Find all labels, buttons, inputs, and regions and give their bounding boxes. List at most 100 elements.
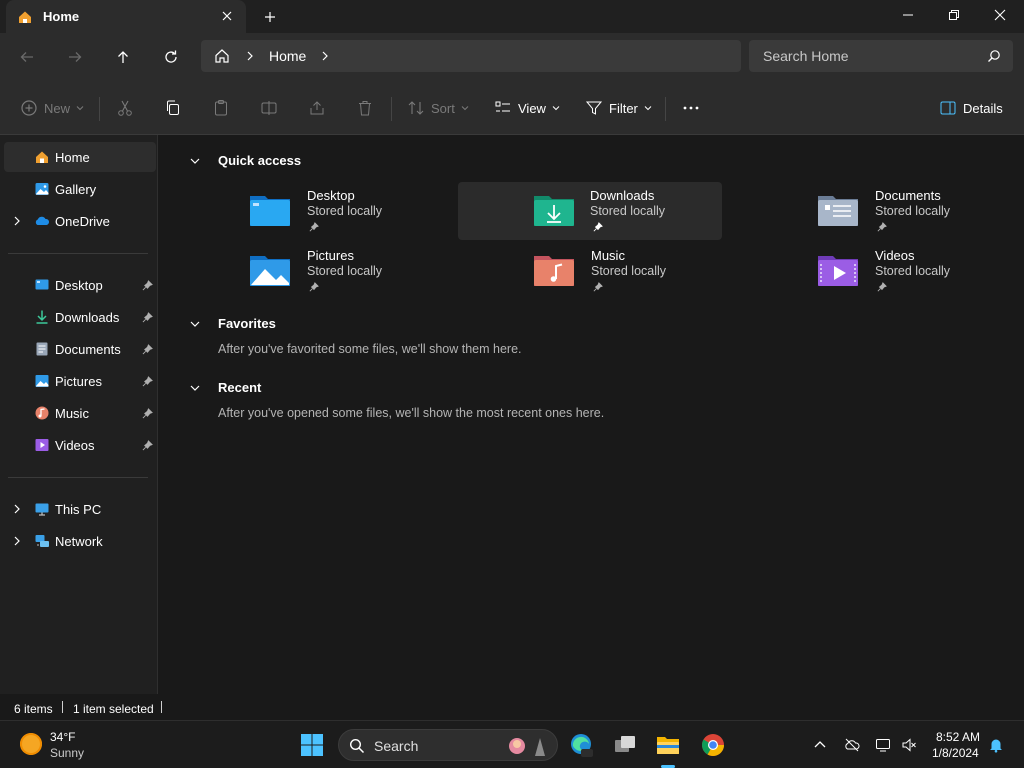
sidebar-item-this-pc[interactable]: This PC bbox=[4, 494, 156, 524]
share-icon bbox=[310, 101, 324, 115]
search-box[interactable]: Search Home bbox=[749, 40, 1013, 72]
divider bbox=[62, 701, 63, 713]
sidebar-item-network[interactable]: Network bbox=[4, 526, 156, 556]
title-bar: Home bbox=[0, 0, 1024, 33]
share-button[interactable] bbox=[308, 97, 326, 119]
search-icon[interactable] bbox=[987, 49, 1001, 63]
taskbar-search[interactable]: Search bbox=[338, 729, 558, 761]
network-status-icon[interactable] bbox=[875, 737, 891, 753]
chevron-right-icon[interactable] bbox=[245, 51, 255, 61]
copy-button[interactable] bbox=[164, 97, 182, 119]
quick-access-tile-downloads[interactable]: Downloads Stored locally bbox=[458, 182, 722, 240]
sidebar-item-documents[interactable]: Documents bbox=[4, 334, 156, 364]
divider bbox=[99, 97, 100, 121]
sidebar-item-home[interactable]: Home bbox=[4, 142, 156, 172]
delete-button[interactable] bbox=[356, 97, 374, 119]
notification-bell-icon[interactable] bbox=[988, 737, 1004, 753]
sidebar-item-music[interactable]: Music bbox=[4, 398, 156, 428]
folder-name: Videos bbox=[875, 248, 915, 263]
sidebar-item-gallery[interactable]: Gallery bbox=[4, 174, 156, 204]
edge-icon[interactable] bbox=[568, 732, 594, 758]
weather-temperature[interactable]: 34°F bbox=[50, 730, 75, 744]
new-tab-icon[interactable] bbox=[262, 9, 278, 25]
folder-name: Pictures bbox=[307, 248, 354, 263]
quick-access-tile-pictures[interactable]: Pictures Stored locally bbox=[218, 242, 482, 300]
volume-muted-icon[interactable] bbox=[901, 737, 917, 753]
chevron-up-icon[interactable] bbox=[812, 737, 828, 753]
chevron-right-icon[interactable] bbox=[12, 536, 22, 546]
chevron-down-icon bbox=[461, 106, 469, 111]
sidebar-item-onedrive[interactable]: OneDrive bbox=[4, 206, 156, 236]
chrome-icon[interactable] bbox=[700, 732, 726, 758]
chevron-right-icon[interactable] bbox=[320, 51, 330, 61]
recent-header[interactable]: Recent bbox=[189, 380, 261, 395]
search-placeholder[interactable]: Search Home bbox=[763, 48, 849, 64]
filter-icon bbox=[585, 101, 603, 115]
folder-location: Stored locally bbox=[591, 264, 667, 278]
new-button[interactable]: New bbox=[20, 97, 84, 119]
close-tab-icon[interactable] bbox=[220, 9, 234, 23]
view-button[interactable]: View bbox=[494, 97, 560, 119]
task-view-icon[interactable] bbox=[612, 732, 638, 758]
breadcrumb-home[interactable]: Home bbox=[269, 48, 306, 64]
sidebar-item-downloads[interactable]: Downloads bbox=[4, 302, 156, 332]
refresh-button[interactable] bbox=[159, 45, 183, 69]
close-window-button[interactable] bbox=[977, 0, 1023, 30]
onedrive-offline-icon[interactable] bbox=[844, 737, 860, 753]
gallery-icon bbox=[35, 183, 49, 195]
tab-home[interactable]: Home bbox=[6, 0, 246, 33]
file-explorer-icon[interactable] bbox=[655, 732, 681, 758]
chevron-right-icon[interactable] bbox=[12, 504, 22, 514]
filter-button[interactable]: Filter bbox=[585, 97, 652, 119]
pin-icon bbox=[309, 282, 319, 292]
rename-button[interactable] bbox=[260, 97, 278, 119]
quick-access-tile-videos[interactable]: Videos Stored locally bbox=[786, 242, 1024, 300]
restore-button[interactable] bbox=[931, 0, 977, 30]
sidebar-item-pictures[interactable]: Pictures bbox=[4, 366, 156, 396]
favorites-empty-message: After you've favorited some files, we'll… bbox=[218, 342, 522, 356]
item-count: 6 items bbox=[14, 702, 53, 716]
address-bar[interactable]: Home bbox=[201, 40, 741, 72]
weather-description[interactable]: Sunny bbox=[50, 746, 84, 760]
sort-label: Sort bbox=[431, 100, 455, 116]
clock-date[interactable]: 1/8/2024 bbox=[932, 746, 979, 760]
chevron-down-icon[interactable] bbox=[189, 382, 201, 394]
folder-name: Documents bbox=[875, 188, 941, 203]
sidebar-item-videos[interactable]: Videos bbox=[4, 430, 156, 460]
sort-button[interactable]: Sort bbox=[407, 97, 469, 119]
quick-access-tile-documents[interactable]: Documents Stored locally bbox=[786, 182, 1024, 240]
divider bbox=[665, 97, 666, 121]
videos-folder-icon bbox=[35, 439, 49, 451]
close-icon bbox=[994, 9, 1006, 21]
network-icon bbox=[35, 535, 49, 547]
chevron-down-icon[interactable] bbox=[189, 318, 201, 330]
quick-access-tile-desktop[interactable]: Desktop Stored locally bbox=[218, 182, 482, 240]
chevron-down-icon[interactable] bbox=[189, 155, 201, 167]
quick-access-header[interactable]: Quick access bbox=[189, 153, 301, 168]
this-pc-icon bbox=[35, 503, 49, 516]
desktop-folder-icon bbox=[35, 279, 49, 290]
forward-button[interactable] bbox=[63, 45, 87, 69]
chevron-down-icon bbox=[76, 106, 84, 111]
paste-button[interactable] bbox=[212, 97, 230, 119]
chevron-right-icon[interactable] bbox=[12, 216, 22, 226]
favorites-header[interactable]: Favorites bbox=[189, 316, 276, 331]
navigation-pane: Home Gallery OneDrive Desktop Downloads … bbox=[0, 135, 158, 694]
details-button[interactable]: Details bbox=[939, 97, 1003, 119]
home-outline-icon[interactable] bbox=[213, 47, 231, 65]
copy-icon bbox=[167, 100, 179, 115]
sidebar-item-desktop[interactable]: Desktop bbox=[4, 270, 156, 300]
quick-access-tile-music[interactable]: Music Stored locally bbox=[502, 242, 766, 300]
clock-time[interactable]: 8:52 AM bbox=[936, 730, 980, 744]
cut-button[interactable] bbox=[116, 97, 134, 119]
minimize-button[interactable] bbox=[885, 0, 931, 30]
pin-icon bbox=[593, 222, 603, 232]
weather-sunny-icon[interactable] bbox=[20, 733, 42, 755]
back-arrow-icon bbox=[20, 52, 33, 62]
more-options-button[interactable] bbox=[682, 97, 700, 119]
up-button[interactable] bbox=[111, 45, 135, 69]
folder-location: Stored locally bbox=[590, 204, 666, 218]
start-icon[interactable] bbox=[299, 732, 325, 758]
back-button[interactable] bbox=[15, 45, 39, 69]
scissors-icon bbox=[118, 100, 132, 116]
